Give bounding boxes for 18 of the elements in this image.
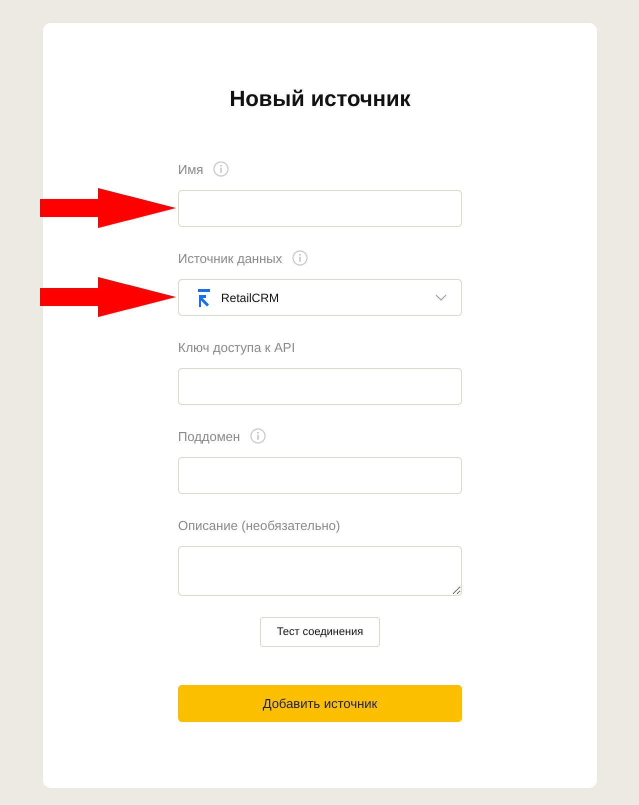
field-label: Ключ доступа к API bbox=[178, 340, 296, 354]
select-field[interactable]: RetailCRM bbox=[178, 279, 462, 316]
field-label: Источник данных bbox=[178, 250, 282, 266]
add-source-button[interactable]: Добавить источник bbox=[178, 685, 462, 722]
text-area[interactable] bbox=[178, 546, 462, 596]
text-input[interactable] bbox=[178, 368, 462, 405]
info-icon[interactable] bbox=[213, 161, 230, 177]
field-label: Описание (необязательно) bbox=[178, 518, 340, 532]
field-label: Имя bbox=[178, 162, 204, 176]
test-connection-button[interactable]: Тест соединения bbox=[260, 617, 380, 647]
info-icon[interactable] bbox=[292, 250, 308, 266]
form-title: Новый источник bbox=[228, 85, 412, 113]
info-icon[interactable] bbox=[250, 428, 266, 444]
text-input[interactable] bbox=[178, 190, 462, 227]
text-input[interactable] bbox=[178, 457, 462, 494]
logo-icon bbox=[197, 288, 211, 306]
chevron-down-icon bbox=[435, 294, 447, 302]
field-label: Поддомен bbox=[178, 428, 240, 444]
